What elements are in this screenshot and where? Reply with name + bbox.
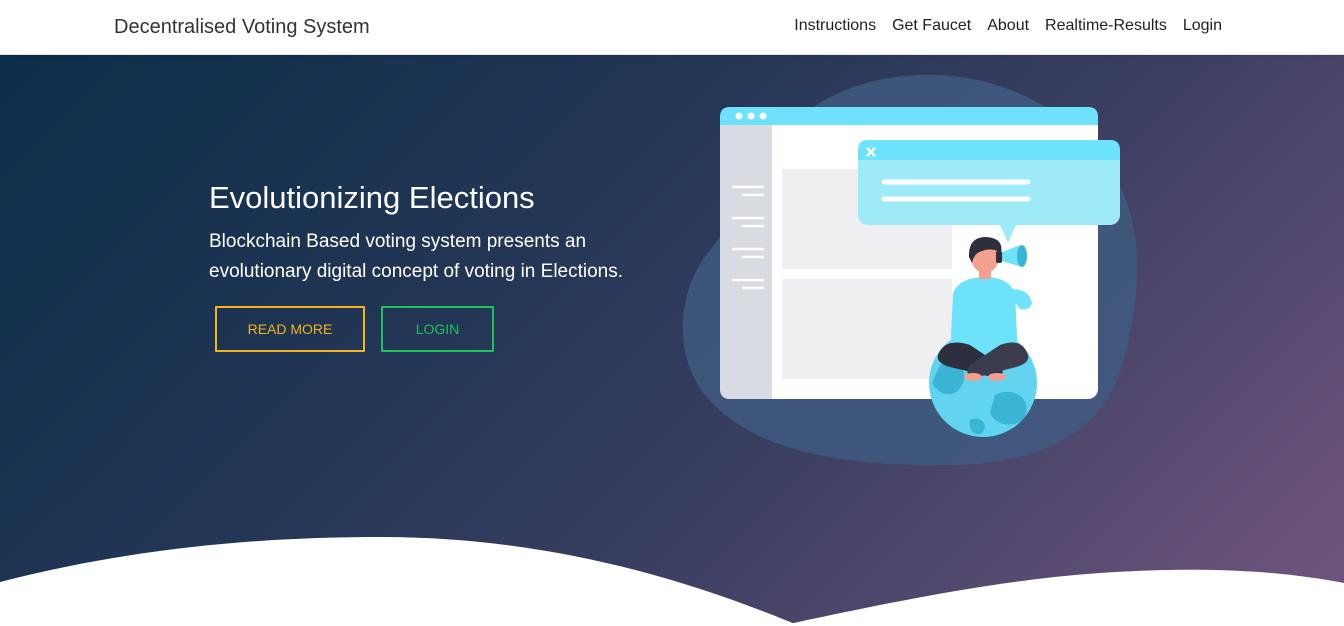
nav-link-login[interactable]: Login	[1183, 17, 1222, 35]
nav-link-instructions[interactable]: Instructions	[794, 17, 876, 35]
hero-bottom-wave	[0, 537, 1344, 626]
nav-links: Instructions Get Faucet About Realtime-R…	[794, 17, 1222, 35]
nav-link-about[interactable]: About	[987, 17, 1029, 35]
nav-link-realtime-results[interactable]: Realtime-Results	[1045, 17, 1167, 35]
brand-link[interactable]: Decentralised Voting System	[114, 16, 370, 39]
hero-section: Evolutionizing Elections Blockchain Base…	[0, 55, 1344, 626]
voting-illustration	[682, 74, 1138, 466]
hero-title: Evolutionizing Elections	[209, 180, 535, 215]
nav-link-get-faucet[interactable]: Get Faucet	[892, 17, 971, 35]
read-more-button[interactable]: READ MORE	[215, 306, 365, 352]
hero-subtitle: Blockchain Based voting system presents …	[209, 231, 624, 282]
top-navbar: Decentralised Voting System Instructions…	[0, 0, 1344, 55]
login-button[interactable]: LOGIN	[381, 306, 494, 352]
